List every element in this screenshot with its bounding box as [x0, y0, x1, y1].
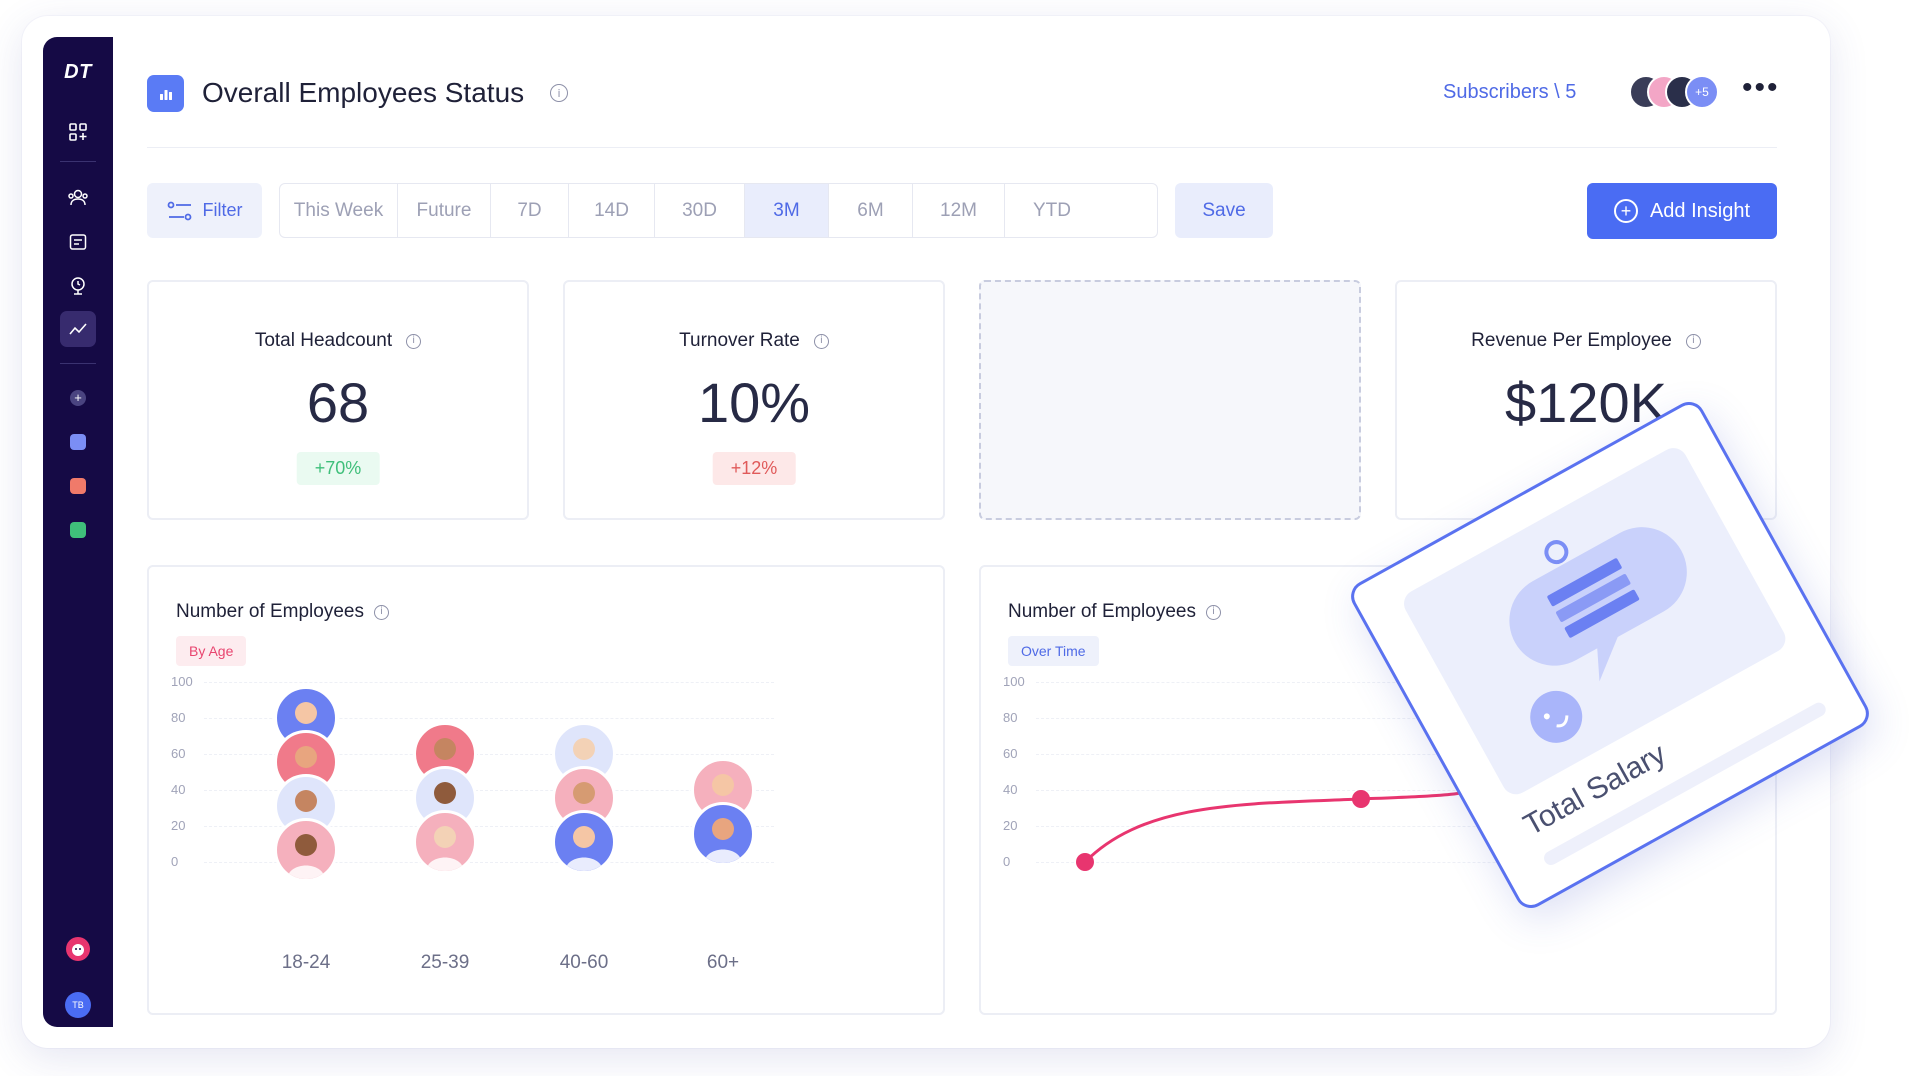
employee-face-marker[interactable]: [413, 810, 477, 874]
sidebar: DT + TB: [43, 37, 113, 1027]
employee-face-marker[interactable]: [274, 818, 338, 882]
range-12m[interactable]: 12M: [913, 184, 1005, 237]
employee-face-marker[interactable]: [552, 810, 616, 874]
x-category-label: 18-24: [281, 952, 331, 973]
range-3m[interactable]: 3M: [745, 184, 829, 237]
analytics-icon[interactable]: [60, 311, 96, 347]
more-options-icon[interactable]: •••: [1742, 73, 1780, 103]
user-avatar[interactable]: TB: [63, 990, 93, 1020]
range-14d[interactable]: 14D: [569, 184, 655, 237]
data-point[interactable]: [1076, 853, 1094, 871]
y-tick-label: 40: [171, 782, 186, 797]
x-category-label: 40-60: [559, 952, 609, 973]
age-chart-plot: 100 80 60 40 20 0 18-24 25-39 40-60 60+: [149, 567, 943, 1013]
x-category-label: 25-39: [420, 952, 470, 973]
range-future[interactable]: Future: [398, 184, 491, 237]
date-range-selector: This Week Future 7D 14D 30D 3M 6M 12M YT…: [279, 183, 1158, 238]
kpi-card-headcount[interactable]: Total Headcount i 68 +70%: [147, 280, 529, 520]
kpi-delta-badge: +12%: [712, 452, 796, 485]
add-insight-label: Add Insight: [1649, 199, 1751, 222]
kpi-delta-badge: +70%: [296, 452, 380, 485]
blue-app-icon[interactable]: [63, 427, 93, 457]
save-button[interactable]: Save: [1175, 183, 1273, 238]
avatars-more-badge[interactable]: +5: [1685, 75, 1719, 109]
red-app-icon[interactable]: [63, 471, 93, 501]
filter-icon: [167, 201, 191, 220]
add-circle-icon[interactable]: +: [63, 383, 93, 413]
range-6m[interactable]: 6M: [829, 184, 913, 237]
kpi-value: 10%: [697, 371, 811, 434]
y-tick-label: 0: [171, 854, 179, 869]
page-badge-icon: [147, 75, 184, 112]
series-line: [1083, 774, 1502, 864]
kpi-label-row: Turnover Rate i: [565, 330, 943, 352]
add-insight-button[interactable]: + Add Insight: [1587, 183, 1777, 239]
range-this-week[interactable]: This Week: [280, 184, 398, 237]
kpi-value: 68: [306, 371, 370, 434]
kpi-label-row: Revenue Per Employee i: [1397, 330, 1775, 352]
info-icon[interactable]: i: [1685, 333, 1701, 349]
y-tick-label: 100: [171, 674, 193, 689]
y-tick-label: 20: [171, 818, 186, 833]
employee-face-marker[interactable]: [691, 802, 755, 866]
subscribers-link[interactable]: Subscribers \ 5: [1443, 81, 1576, 104]
kpi-value: $120K: [1505, 371, 1667, 434]
green-app-icon[interactable]: [63, 515, 93, 545]
subscriber-avatars[interactable]: +5: [1629, 75, 1739, 109]
kpi-card-turnover[interactable]: Turnover Rate i 10% +12%: [563, 280, 945, 520]
presentation-icon[interactable]: [63, 271, 93, 301]
filter-label: Filter: [202, 200, 243, 220]
tasks-icon[interactable]: [63, 227, 93, 257]
kpi-label: Revenue Per Employee: [1471, 330, 1672, 351]
header-divider: [147, 147, 1777, 148]
kpi-label-row: Total Headcount i: [149, 330, 527, 352]
sidebar-divider: [60, 161, 96, 162]
kpi-label: Total Headcount: [254, 330, 393, 351]
dashboard-icon[interactable]: [63, 117, 93, 147]
range-ytd[interactable]: YTD: [1005, 184, 1099, 237]
info-icon[interactable]: i: [550, 84, 568, 102]
filter-button[interactable]: Filter: [147, 183, 262, 238]
page-title: Overall Employees Status: [202, 77, 525, 108]
app-logo[interactable]: DT: [43, 61, 113, 84]
team-icon[interactable]: [63, 183, 93, 213]
info-icon[interactable]: i: [813, 333, 829, 349]
y-tick-label: 80: [171, 710, 186, 725]
kpi-label: Turnover Rate: [679, 330, 800, 351]
gridline: [204, 682, 774, 683]
y-tick-label: 60: [171, 746, 186, 761]
range-7d[interactable]: 7D: [491, 184, 569, 237]
add-circle-icon: +: [1613, 199, 1638, 223]
age-chart-card: Number of Employees i By Age 100 80 60 40 20…: [147, 565, 945, 1015]
x-category-label: 60+: [706, 952, 740, 973]
data-point[interactable]: [1352, 790, 1370, 808]
info-icon[interactable]: i: [406, 333, 422, 349]
range-30d[interactable]: 30D: [655, 184, 745, 237]
empty-card-dropzone[interactable]: [979, 280, 1361, 520]
sidebar-divider: [60, 363, 96, 364]
support-icon[interactable]: [63, 934, 93, 964]
